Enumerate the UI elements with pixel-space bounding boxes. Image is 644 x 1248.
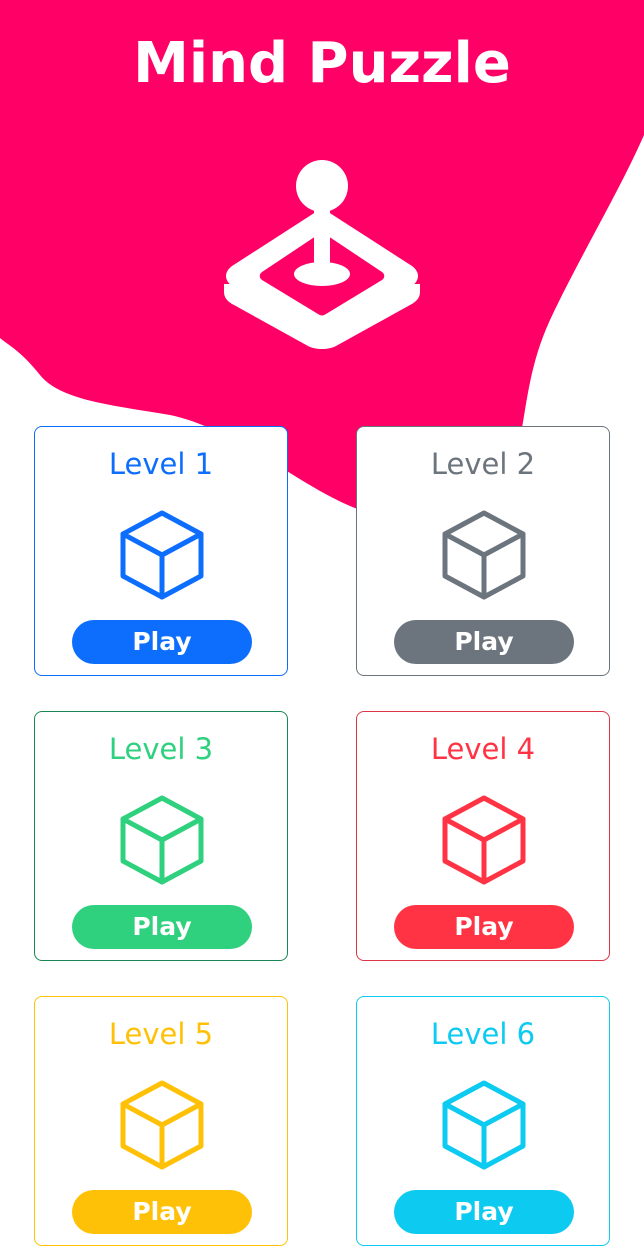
box-icon	[120, 795, 204, 885]
level-card[interactable]: Level 5 Play	[34, 996, 288, 1246]
play-button[interactable]: Play	[394, 905, 574, 949]
level-title: Level 2	[430, 447, 536, 481]
level-title: Level 3	[108, 732, 214, 766]
level-grid: Level 1 Play Level 2 Play Level 3 Play L…	[34, 426, 612, 1248]
level-title: Level 6	[430, 1017, 536, 1051]
level-title: Level 1	[108, 447, 214, 481]
game-menu-page: Mind Puzzle Level 1 Play Level 2 Play Le…	[0, 0, 644, 1248]
box-icon	[442, 795, 526, 885]
level-card[interactable]: Level 2 Play	[356, 426, 610, 676]
play-button[interactable]: Play	[394, 620, 574, 664]
level-title: Level 5	[108, 1017, 214, 1051]
box-icon	[442, 1080, 526, 1170]
box-icon	[120, 510, 204, 600]
page-title: Mind Puzzle	[133, 31, 511, 96]
play-button[interactable]: Play	[72, 905, 252, 949]
level-card[interactable]: Level 3 Play	[34, 711, 288, 961]
level-title: Level 4	[430, 732, 536, 766]
play-button[interactable]: Play	[72, 1190, 252, 1234]
level-card[interactable]: Level 4 Play	[356, 711, 610, 961]
play-button[interactable]: Play	[394, 1190, 574, 1234]
box-icon	[120, 1080, 204, 1170]
joystick-icon	[224, 160, 420, 349]
play-button[interactable]: Play	[72, 620, 252, 664]
level-card[interactable]: Level 6 Play	[356, 996, 610, 1246]
level-card[interactable]: Level 1 Play	[34, 426, 288, 676]
box-icon	[442, 510, 526, 600]
